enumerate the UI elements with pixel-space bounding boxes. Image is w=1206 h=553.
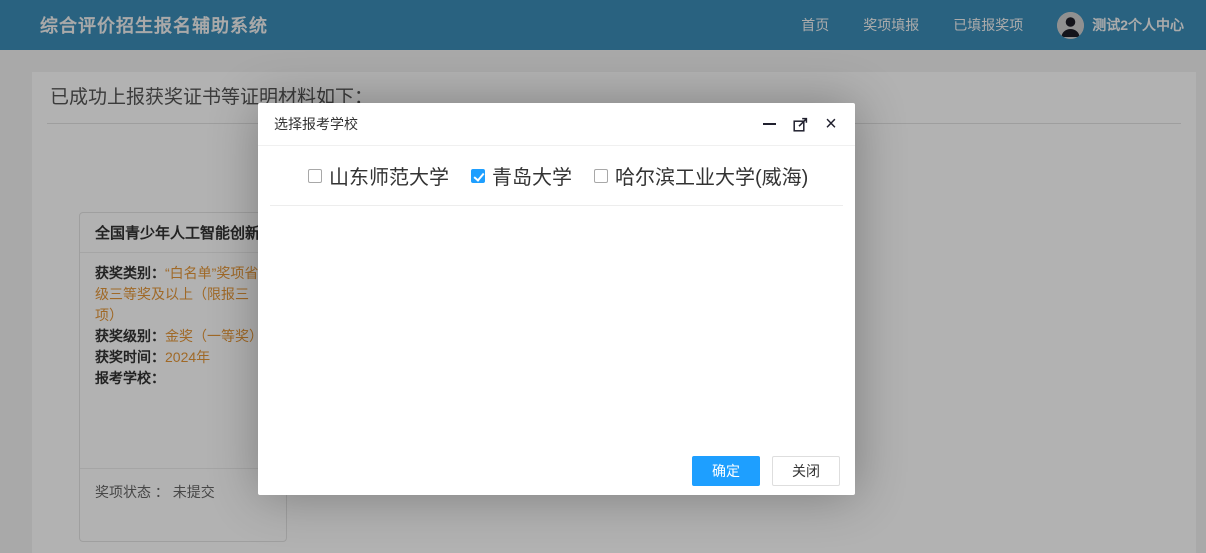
school-select-dialog: 选择报考学校 × 山东师范大学 青岛大学 哈尔滨工业大学(威海) 确定 关闭 — [258, 103, 855, 495]
school-option-qdu[interactable]: 青岛大学 — [471, 161, 572, 190]
dialog-titlebar: 选择报考学校 × — [258, 103, 855, 146]
close-icon[interactable]: × — [823, 114, 839, 134]
modal-divider — [270, 205, 843, 206]
maximize-icon[interactable] — [792, 116, 808, 132]
school-option-hitwh[interactable]: 哈尔滨工业大学(威海) — [594, 161, 808, 190]
school-option-label: 山东师范大学 — [329, 167, 449, 189]
dialog-window-controls: × — [761, 114, 839, 134]
school-option-label: 青岛大学 — [492, 167, 572, 189]
checkbox-icon[interactable] — [471, 168, 485, 183]
minimize-icon[interactable] — [761, 116, 777, 132]
confirm-button[interactable]: 确定 — [692, 456, 760, 486]
checkbox-icon[interactable] — [308, 168, 322, 183]
close-button[interactable]: 关闭 — [772, 456, 840, 486]
school-option-sdnu[interactable]: 山东师范大学 — [308, 161, 449, 190]
dialog-title: 选择报考学校 — [274, 116, 358, 132]
dialog-footer: 确定 关闭 — [692, 456, 840, 486]
checkbox-icon[interactable] — [594, 168, 608, 183]
school-option-label: 哈尔滨工业大学(威海) — [615, 167, 809, 189]
school-checkbox-row: 山东师范大学 青岛大学 哈尔滨工业大学(威海) — [258, 146, 855, 205]
